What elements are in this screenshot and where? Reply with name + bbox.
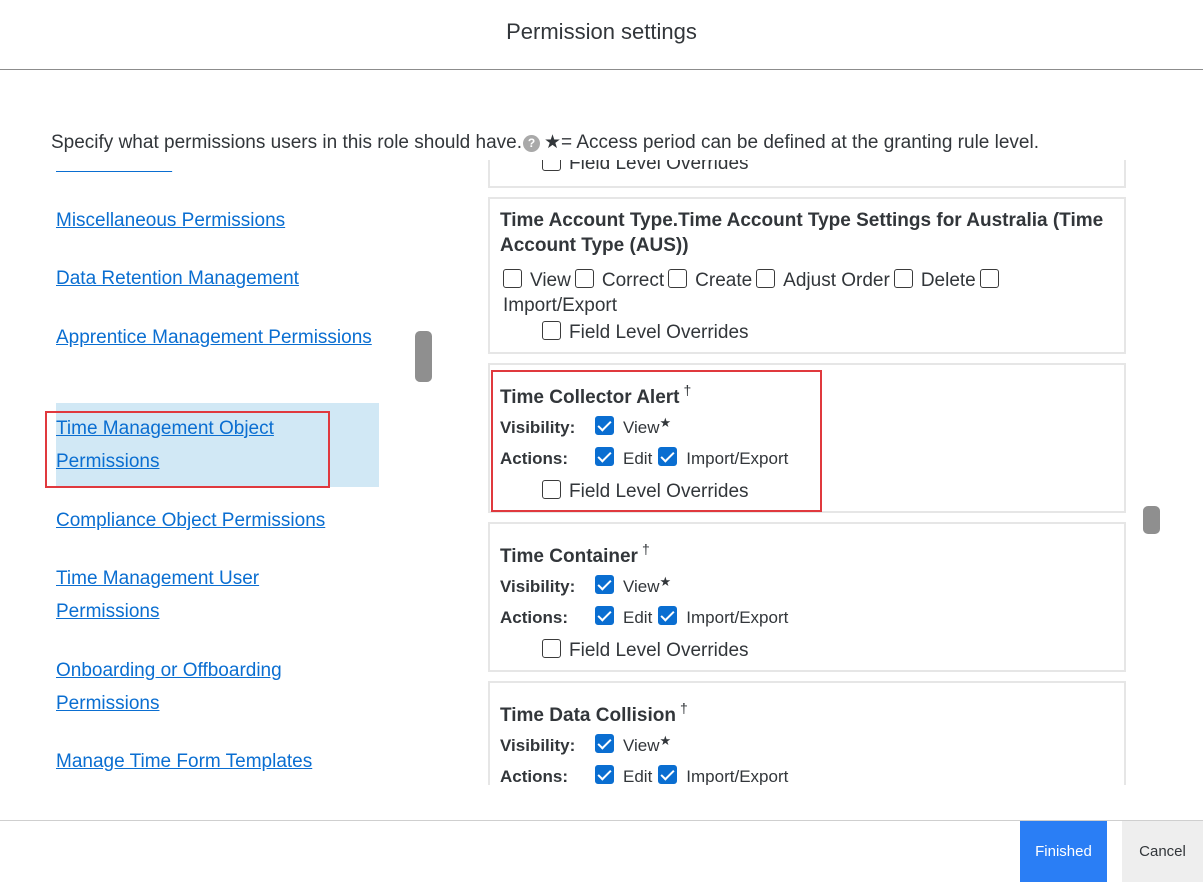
help-icon[interactable]: ? bbox=[523, 135, 541, 152]
time-container-view-checkbox[interactable] bbox=[595, 575, 614, 594]
time-account-type-field-level-checkbox[interactable] bbox=[542, 321, 561, 340]
dialog-header: Permission settings bbox=[0, 0, 1203, 70]
actions-label: Actions: bbox=[500, 608, 568, 627]
nav-highlight-box bbox=[45, 411, 330, 488]
intro-description: Specify what permissions users in this r… bbox=[51, 132, 523, 153]
view-label: View★ bbox=[623, 733, 672, 755]
permission-card-time-account-type: Time Account Type.Time Account Type Sett… bbox=[488, 197, 1126, 354]
nav-item-onboarding-offboarding-permissions[interactable]: Onboarding or Offboarding Permissions bbox=[56, 654, 326, 720]
field-level-label: Field Level Overrides bbox=[569, 322, 749, 343]
card-title-time-account-type: Time Account Type.Time Account Type Sett… bbox=[500, 210, 1104, 256]
time-container-field-level-checkbox[interactable] bbox=[542, 639, 561, 658]
panel-scrollbar-thumb[interactable] bbox=[1143, 506, 1160, 534]
nav-item-clipped[interactable] bbox=[56, 160, 376, 172]
import-export-label: Import/Export bbox=[686, 767, 789, 785]
intro-text: Specify what permissions users in this r… bbox=[51, 131, 1039, 154]
nav-item-compliance-object-permissions[interactable]: Compliance Object Permissions bbox=[56, 504, 376, 537]
time-data-collision-visibility-row: Visibility: View★ bbox=[500, 733, 677, 757]
time-container-edit-checkbox[interactable] bbox=[595, 606, 614, 625]
visibility-label: Visibility: bbox=[500, 577, 576, 596]
time-account-type-correct-checkbox[interactable] bbox=[574, 269, 594, 288]
option-label-view: View bbox=[530, 270, 571, 291]
option-label-adjust-order: Adjust Order bbox=[783, 270, 890, 291]
edit-label: Edit bbox=[623, 767, 653, 785]
field-level-label: Field Level Overrides bbox=[569, 640, 749, 661]
time-account-type-field-level-row: Field Level Overrides bbox=[542, 321, 753, 344]
dialog-title: Permission settings bbox=[506, 19, 697, 44]
edit-label: Edit bbox=[623, 608, 653, 627]
time-container-field-level-row: Field Level Overrides bbox=[542, 639, 753, 662]
card-title-time-data-collision: Time Data Collision † bbox=[500, 700, 688, 726]
nav-scrollbar-thumb[interactable] bbox=[415, 331, 432, 382]
cancel-button[interactable]: Cancel bbox=[1122, 821, 1203, 882]
time-data-collision-view-checkbox[interactable] bbox=[595, 734, 614, 753]
time-data-collision-edit-checkbox[interactable] bbox=[595, 765, 614, 784]
option-label-create: Create bbox=[695, 270, 753, 291]
nav-item-miscellaneous-permissions[interactable]: Miscellaneous Permissions bbox=[56, 204, 376, 237]
permission-card-time-data-collision: Time Data Collision † Visibility: View★ Ac… bbox=[488, 681, 1126, 785]
time-data-collision-actions-row: Actions: Edit Import/Export bbox=[500, 765, 794, 785]
card-highlight-box bbox=[491, 370, 822, 512]
prev-field-level-row: Field Level Overrides bbox=[542, 160, 753, 175]
time-account-type-create-checkbox[interactable] bbox=[668, 269, 688, 288]
prev-field-level-checkbox[interactable] bbox=[542, 160, 561, 171]
time-account-type-adjust-order-checkbox[interactable] bbox=[756, 269, 776, 288]
nav-item-apprentice-management-permissions[interactable]: Apprentice Management Permissions bbox=[56, 321, 376, 354]
time-container-actions-row: Actions: Edit Import/Export bbox=[500, 606, 794, 629]
option-label-correct: Correct bbox=[601, 270, 665, 291]
time-account-type-view-checkbox[interactable] bbox=[503, 269, 522, 288]
time-account-type-delete-checkbox[interactable] bbox=[893, 269, 913, 288]
time-container-import-export-checkbox[interactable] bbox=[658, 606, 678, 625]
import-export-label: Import/Export bbox=[686, 608, 789, 627]
option-label-import-export: Import/Export bbox=[503, 295, 618, 316]
time-container-visibility-row: Visibility: View★ bbox=[500, 574, 677, 598]
nav-item-manage-time-form-templates[interactable]: Manage Time Form Templates bbox=[56, 745, 376, 778]
card-title-time-container: Time Container † bbox=[500, 541, 650, 567]
permission-card-previous: Field Level Overrides bbox=[488, 160, 1126, 188]
time-account-type-options: View Correct Create Adjust Order Delete Impor… bbox=[503, 268, 1118, 318]
nav-item-time-management-user-permissions[interactable]: Time Management User Permissions bbox=[56, 562, 316, 628]
permission-card-time-container: Time Container † Visibility: View★ Actions… bbox=[488, 522, 1126, 672]
time-data-collision-import-export-checkbox[interactable] bbox=[658, 765, 678, 784]
time-account-type-import-export-checkbox[interactable] bbox=[979, 269, 999, 288]
nav-item-data-retention-management[interactable]: Data Retention Management bbox=[56, 262, 376, 295]
actions-label: Actions: bbox=[500, 767, 568, 785]
access-period-legend: ★= Access period can be defined at the g… bbox=[544, 132, 1039, 153]
view-label: View★ bbox=[623, 574, 672, 596]
visibility-label: Visibility: bbox=[500, 736, 576, 755]
option-label-delete: Delete bbox=[920, 270, 976, 291]
finished-button[interactable]: Finished bbox=[1020, 821, 1107, 882]
prev-field-level-label: Field Level Overrides bbox=[569, 160, 749, 174]
